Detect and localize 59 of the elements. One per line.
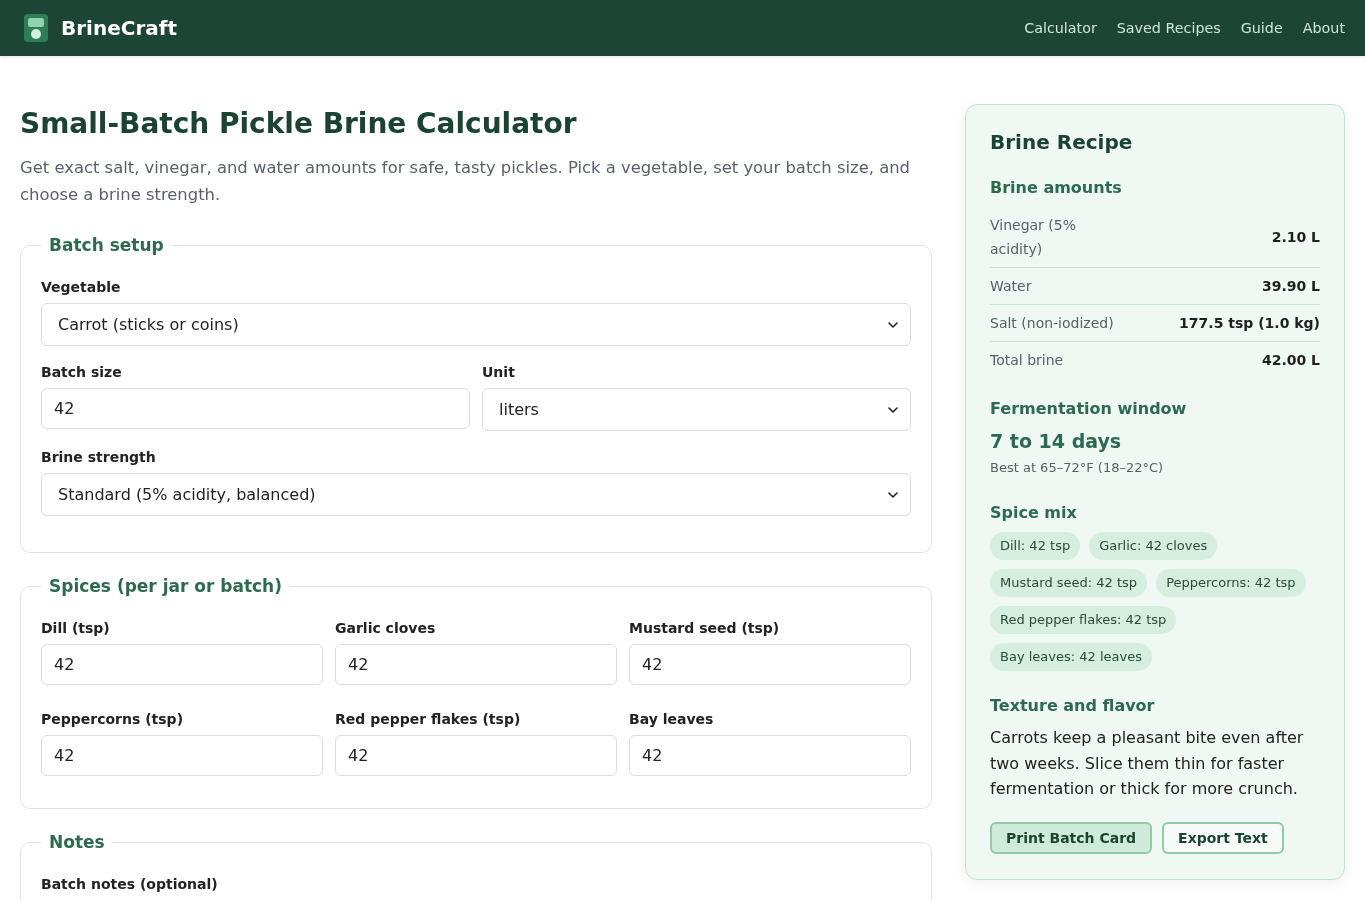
field-label: Red pepper flakes (tsp) — [335, 710, 521, 729]
nav-link[interactable]: Calculator — [1024, 20, 1097, 36]
field-label: Vegetable — [41, 278, 121, 297]
field-label: Bay leaves — [629, 710, 714, 729]
amount-value: 2.10 L — [1271, 228, 1320, 247]
amount-label: Water — [990, 277, 1032, 296]
texture-text: Carrots keep a pleasant bite even after two weeks. Slice them thin for faster fermentation or thick for more crunch. — [990, 727, 1305, 800]
chevron-down-icon — [888, 406, 898, 413]
spice-tag: Dill: 42 tsp — [990, 532, 1081, 560]
amount-label: Salt (non-iodized) — [990, 314, 1114, 333]
fermentation-range: 7 to 14 days — [990, 429, 1123, 454]
input-field[interactable]: 42 — [629, 644, 911, 685]
section-heading: Fermentation window — [990, 398, 1188, 420]
amount-label: Vinegar (5% acidity) — [990, 216, 1077, 259]
spice-tag: Peppercorns: 42 tsp — [1156, 569, 1306, 597]
section-legend: Notes — [41, 830, 113, 854]
input-field[interactable]: 42 — [335, 644, 617, 685]
action-button[interactable]: Export Text — [1162, 821, 1284, 854]
chevron-down-icon — [888, 491, 898, 498]
field-label: Brine strength — [41, 448, 156, 467]
input-field[interactable]: 42 — [41, 388, 470, 429]
nav-link[interactable]: About — [1302, 20, 1345, 36]
section-legend: Batch setup — [41, 233, 172, 257]
field-label: Dill (tsp) — [41, 619, 110, 638]
section-legend: Spices (per jar or batch) — [41, 574, 290, 598]
section-heading: Texture and flavor — [990, 695, 1156, 717]
input-field[interactable]: 42 — [41, 644, 323, 685]
field-label: Batch notes (optional) — [41, 875, 218, 894]
page-title: Small-Batch Pickle Brine Calculator — [20, 106, 578, 142]
amount-value: 177.5 tsp (1.0 kg) — [1179, 314, 1320, 333]
field-label: Batch size — [41, 363, 122, 382]
field-label: Garlic cloves — [335, 619, 436, 638]
input-field[interactable]: 42 — [629, 735, 911, 776]
dropdown[interactable]: Carrot (sticks or coins) — [41, 303, 911, 346]
temperature-note: Best at 65–72°F (18–22°C) — [990, 459, 1165, 477]
logo-icon — [24, 14, 48, 42]
section-heading: Brine amounts — [990, 177, 1123, 199]
panel-title: Brine Recipe — [990, 129, 1134, 156]
input-field[interactable]: 42 — [335, 735, 617, 776]
amount-value: 39.90 L — [1261, 277, 1320, 296]
amount-value: 42.00 L — [1261, 351, 1320, 370]
spice-tag: Bay leaves: 42 leaves — [990, 643, 1152, 671]
field-label: Peppercorns (tsp) — [41, 710, 184, 729]
field-label: Unit — [482, 363, 515, 382]
action-button[interactable]: Print Batch Card — [990, 821, 1153, 854]
section-heading: Spice mix — [990, 502, 1078, 524]
brand-name: BrineCraft — [61, 16, 178, 40]
input-field[interactable]: 42 — [41, 735, 323, 776]
amount-label: Total brine — [990, 351, 1064, 370]
chevron-down-icon — [888, 321, 898, 328]
spice-tag: Red pepper flakes: 42 tsp — [990, 606, 1177, 634]
spice-tag: Mustard seed: 42 tsp — [990, 569, 1148, 597]
spice-tag: Garlic: 42 cloves — [1089, 532, 1218, 560]
dropdown[interactable]: liters — [482, 388, 911, 431]
field-label: Mustard seed (tsp) — [629, 619, 780, 638]
dropdown[interactable]: Standard (5% acidity, balanced) — [41, 473, 911, 516]
nav-link[interactable]: Guide — [1240, 20, 1283, 36]
intro-text: Get exact salt, vinegar, and water amounts for safe, tasty pickles. Pick a vegetable, set your batch size, and choose a brine strength. — [20, 157, 911, 206]
nav-link[interactable]: Saved Recipes — [1116, 20, 1221, 36]
